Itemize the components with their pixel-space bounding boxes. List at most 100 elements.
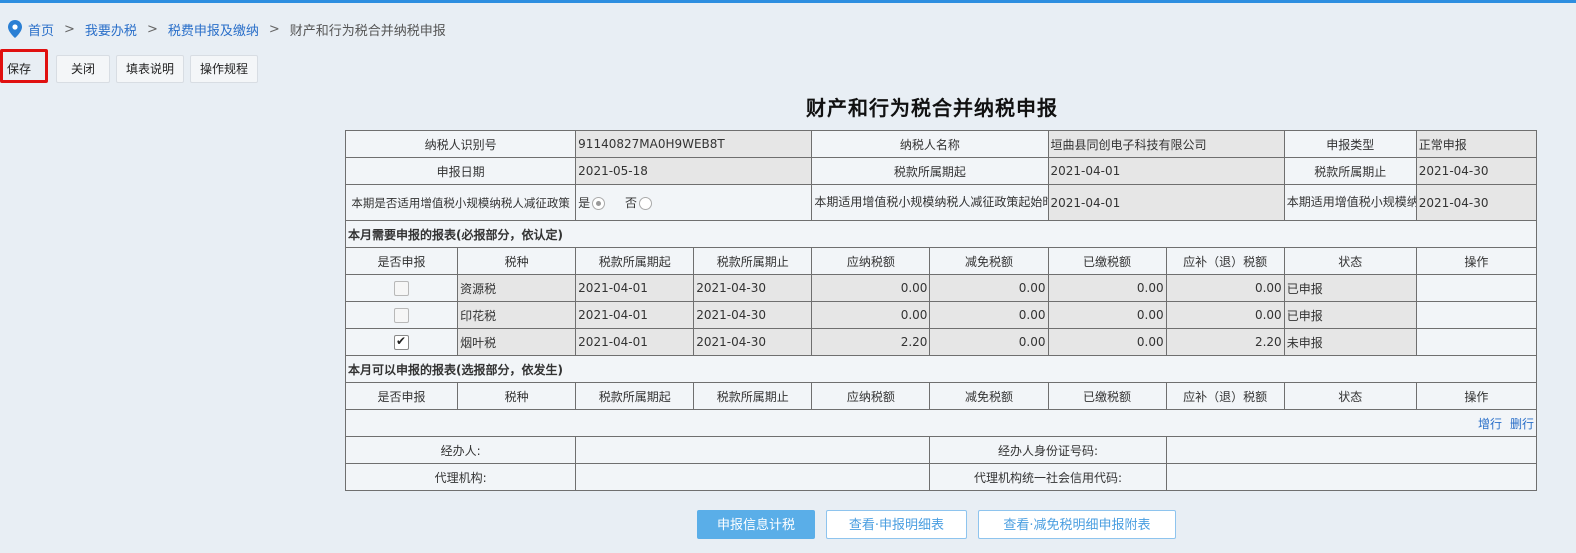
top-accent-line: [0, 0, 1576, 3]
agency-code-field[interactable]: [1165, 463, 1538, 491]
column-header: 是否申报: [344, 382, 459, 410]
breadcrumb-separator: >: [268, 21, 280, 37]
policy-yes-label: 是: [578, 196, 591, 210]
column-header: 税款所属期起: [575, 247, 695, 275]
column-header: 应纳税额: [811, 382, 931, 410]
column-header: 是否申报: [344, 247, 459, 275]
location-pin-icon: [8, 20, 22, 38]
payable-cell: 0.00: [811, 301, 931, 329]
column-header: 操作: [1415, 247, 1538, 275]
breadcrumb-tax-filing[interactable]: 税费申报及缴纳: [168, 20, 259, 39]
relief-cell: 0.00: [929, 328, 1049, 356]
section-required-title: 本月需要申报的报表(必报部分，依认定): [345, 220, 1537, 248]
operation-rules-button[interactable]: 操作规程: [190, 55, 258, 83]
period-start-cell: 2021-04-01: [575, 301, 695, 329]
period-end-value: 2021-04-30: [1415, 157, 1538, 185]
tax-type-cell: 烟叶税: [457, 328, 577, 356]
decl-date-value: 2021-05-18: [575, 157, 813, 185]
add-row-link[interactable]: 增行: [1478, 417, 1502, 431]
paid-cell: 0.00: [1047, 274, 1167, 302]
relief-cell: 0.00: [929, 274, 1049, 302]
taxpayer-name-value: 垣曲县同创电子科技有限公司: [1047, 130, 1285, 158]
handler-label: 经办人:: [344, 436, 577, 464]
status-cell: 已申报: [1283, 301, 1417, 329]
agency-field[interactable]: [575, 463, 931, 491]
taxpayer-id-label: 纳税人识别号: [344, 130, 577, 158]
column-header: 状态: [1283, 247, 1417, 275]
tax-type-cell: 印花税: [457, 301, 577, 329]
column-header: 税种: [457, 382, 577, 410]
delete-row-link[interactable]: 删行: [1510, 417, 1534, 431]
column-header: 状态: [1283, 382, 1417, 410]
period-end-cell: 2021-04-30: [693, 328, 813, 356]
agency-code-label: 代理机构统一社会信用代码:: [929, 463, 1167, 491]
close-button[interactable]: 关闭: [56, 55, 110, 83]
payable-cell: 2.20: [811, 328, 931, 356]
agency-label: 代理机构:: [344, 463, 577, 491]
action-cell: [1415, 328, 1538, 356]
column-header: 减免税额: [929, 382, 1049, 410]
policy-no-radio[interactable]: [639, 197, 653, 210]
view-relief-attachment-button[interactable]: 查看·减免税明细申报附表: [978, 510, 1176, 539]
handler-id-label: 经办人身份证号码:: [929, 436, 1167, 464]
decl-type-value: 正常申报: [1415, 130, 1538, 158]
handler-id-field[interactable]: [1165, 436, 1538, 464]
breadcrumb-separator: >: [64, 21, 75, 37]
calculate-tax-button[interactable]: 申报信息计税: [697, 510, 815, 539]
column-header: 税款所属期起: [575, 382, 695, 410]
column-header: 应纳税额: [811, 247, 931, 275]
period-start-label: 税款所属期起: [811, 157, 1049, 185]
policy-start-label: 本期适用增值税小规模纳税人减征政策起始时间: [811, 184, 1049, 221]
handler-field[interactable]: [575, 436, 931, 464]
breadcrumb-home[interactable]: 首页: [28, 20, 54, 39]
column-header: 操作: [1415, 382, 1538, 410]
column-header: 减免税额: [929, 247, 1049, 275]
decl-type-label: 申报类型: [1283, 130, 1417, 158]
page-title: 财产和行为税合并纳税申报: [806, 96, 1058, 120]
status-cell: 未申报: [1283, 328, 1417, 356]
paid-cell: 0.00: [1047, 328, 1167, 356]
due-cell: 2.20: [1165, 328, 1285, 356]
column-header: 税款所属期止: [693, 382, 813, 410]
breadcrumb-current: 财产和行为税合并纳税申报: [289, 23, 446, 39]
period-end-label: 税款所属期止: [1283, 157, 1417, 185]
fill-instructions-button[interactable]: 填表说明: [116, 55, 184, 83]
column-header: 应补（退）税额: [1165, 247, 1285, 275]
tax-type-cell: 资源税: [457, 274, 577, 302]
relief-cell: 0.00: [929, 301, 1049, 329]
policy-end-value: 2021-04-30: [1415, 184, 1538, 221]
column-header: 税种: [457, 247, 577, 275]
taxpayer-id-value: 91140827MA0H9WEB8T: [575, 130, 813, 158]
period-end-cell: 2021-04-30: [693, 274, 813, 302]
policy-end-label: 本期适用增值税小规模纳税人减征政策终止时间: [1283, 184, 1417, 221]
section-optional-title: 本月可以申报的报表(选报部分，依发生): [345, 355, 1537, 383]
row-actions: 增行 删行: [345, 409, 1537, 437]
declare-checkbox[interactable]: [394, 280, 410, 296]
declaration-form: 纳税人识别号 91140827MA0H9WEB8T 纳税人名称 垣曲县同创电子科…: [344, 130, 1538, 491]
column-header: 已缴税额: [1047, 382, 1167, 410]
breadcrumb-separator: >: [146, 21, 158, 37]
period-end-cell: 2021-04-30: [693, 301, 813, 329]
action-cell: [1415, 274, 1538, 302]
column-header: 税款所属期止: [693, 247, 813, 275]
declare-checkbox[interactable]: [394, 307, 410, 323]
table-row: 印花税 2021-04-01 2021-04-30 0.00 0.00 0.00…: [344, 301, 1538, 329]
save-button[interactable]: 保存: [0, 49, 48, 83]
due-cell: 0.00: [1165, 301, 1285, 329]
status-cell: 已申报: [1283, 274, 1417, 302]
policy-yes-radio[interactable]: [592, 197, 606, 210]
taxpayer-name-label: 纳税人名称: [811, 130, 1049, 158]
breadcrumb-my-tax[interactable]: 我要办税: [85, 20, 137, 39]
table-row: 烟叶税 2021-04-01 2021-04-30 2.20 0.00 0.00…: [344, 328, 1538, 356]
policy-start-value: 2021-04-01: [1047, 184, 1285, 221]
column-header: 已缴税额: [1047, 247, 1167, 275]
decl-date-label: 申报日期: [344, 157, 577, 185]
period-start-cell: 2021-04-01: [575, 328, 695, 356]
period-start-cell: 2021-04-01: [575, 274, 695, 302]
declare-checkbox[interactable]: [394, 334, 410, 350]
policy-radio-group: 是 否: [575, 184, 813, 221]
paid-cell: 0.00: [1047, 301, 1167, 329]
policy-no-label: 否: [625, 196, 638, 210]
action-cell: [1415, 301, 1538, 329]
view-detail-button[interactable]: 查看·申报明细表: [826, 510, 967, 539]
